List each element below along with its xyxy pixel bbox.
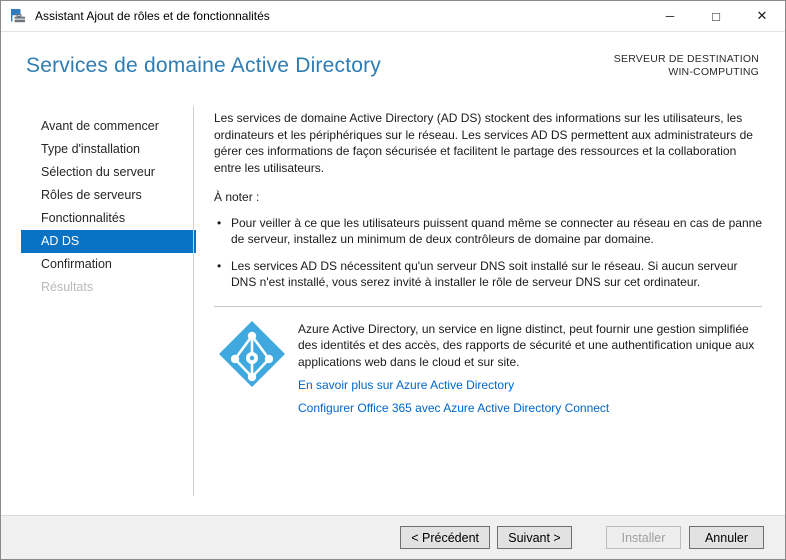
azure-learn-more-link[interactable]: En savoir plus sur Azure Active Director… (298, 377, 763, 393)
footer-bar: < Précédent Suivant > Installer Annuler (1, 515, 785, 559)
destination-server-block: SERVEUR DE DESTINATION WIN-COMPUTING (614, 53, 759, 79)
list-item: • Pour veiller à ce que les utilisateurs… (214, 215, 763, 248)
list-item: • Les services AD DS nécessitent qu'un s… (214, 258, 763, 291)
nav-item-ad-ds[interactable]: AD DS (21, 230, 196, 253)
intro-paragraph: Les services de domaine Active Directory… (214, 111, 753, 175)
nav-item-avant-de-commencer[interactable]: Avant de commencer (21, 115, 196, 138)
title-bar: Assistant Ajout de rôles et de fonctionn… (1, 1, 785, 32)
close-button[interactable]: ✕ (739, 1, 785, 32)
content-separator (214, 305, 762, 307)
azure-active-directory-icon (219, 320, 285, 387)
note-heading: À noter : (214, 190, 260, 204)
note-text: Les services AD DS nécessitent qu'un ser… (231, 258, 738, 290)
nav-item-resultats: Résultats (41, 280, 94, 294)
nav-item-selection-serveur[interactable]: Sélection du serveur (21, 161, 196, 184)
note-text: Pour veiller à ce que les utilisateurs p… (231, 215, 762, 247)
nav-item-type-installation[interactable]: Type d'installation (21, 138, 196, 161)
azure-text-block: Azure Active Directory, un service en li… (298, 321, 763, 417)
caption-buttons: ─ □ ✕ (647, 1, 785, 32)
nav-item-roles-serveurs[interactable]: Rôles de serveurs (21, 184, 196, 207)
nav-item-confirmation[interactable]: Confirmation (21, 253, 196, 276)
azure-ad-section: Azure Active Directory, un service en li… (214, 320, 763, 417)
sidebar-divider (193, 106, 194, 496)
install-button[interactable]: Installer (606, 526, 681, 549)
main-content: Les services de domaine Active Directory… (214, 104, 763, 416)
bullet-icon: • (217, 258, 222, 273)
azure-links: En savoir plus sur Azure Active Director… (298, 377, 763, 416)
window-title: Assistant Ajout de rôles et de fonctionn… (35, 9, 270, 23)
wizard-window: Assistant Ajout de rôles et de fonctionn… (0, 0, 786, 560)
maximize-button[interactable]: □ (693, 1, 739, 32)
next-button[interactable]: Suivant > (497, 526, 572, 549)
server-manager-icon (10, 8, 26, 24)
bullet-icon: • (217, 215, 222, 230)
azure-description: Azure Active Directory, un service en li… (298, 321, 755, 369)
azure-office365-connect-link[interactable]: Configurer Office 365 avec Azure Active … (298, 400, 763, 416)
cancel-button[interactable]: Annuler (689, 526, 764, 549)
minimize-button[interactable]: ─ (647, 1, 693, 32)
previous-button[interactable]: < Précédent (400, 526, 490, 549)
wizard-steps-nav: Avant de commencer Type d'installation S… (1, 115, 196, 299)
destination-server-label: SERVEUR DE DESTINATION (613, 53, 759, 65)
page-title: Services de domaine Active Directory (26, 54, 382, 77)
destination-server-name: WIN-COMPUTING (668, 66, 759, 78)
nav-item-fonctionnalites[interactable]: Fonctionnalités (21, 207, 196, 230)
notes-list: • Pour veiller à ce que les utilisateurs… (214, 215, 763, 291)
